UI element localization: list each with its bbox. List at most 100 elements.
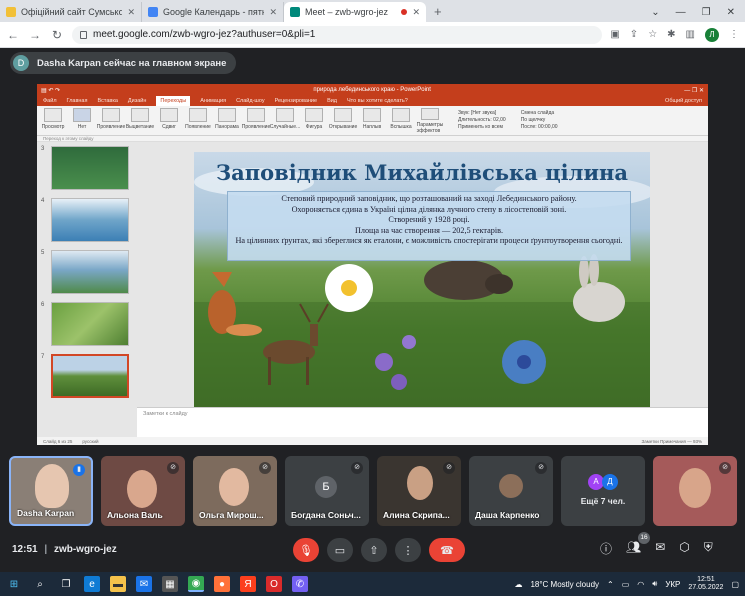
minimize-icon[interactable]: — (676, 7, 686, 18)
language-indicator: русский (82, 438, 99, 444)
close-window-icon[interactable]: ✕ (727, 7, 735, 18)
people-icon[interactable]: 👥︎ (626, 540, 641, 557)
leave-call-button[interactable]: ☎ (429, 538, 465, 562)
url-field[interactable]: meet.google.com/zwb-wgro-jez?authuser=0&… (72, 25, 603, 44)
ribbon-label: Проявление (96, 123, 126, 130)
ribbon-option: Применить ко всем (458, 124, 503, 130)
firefox-icon[interactable]: ● (214, 576, 230, 592)
chat-icon[interactable]: ✉ (655, 540, 665, 557)
transition-thumb-icon (44, 107, 62, 122)
participant-tile[interactable]: ⊘ Альона Валь (101, 456, 185, 526)
edge-icon[interactable]: e (84, 576, 100, 592)
reload-icon[interactable]: ↻ (50, 28, 64, 42)
close-icon[interactable]: ✕ (127, 7, 135, 18)
back-icon[interactable]: ← (6, 28, 20, 42)
menu-dots-icon[interactable]: ⋮ (729, 29, 739, 40)
extensions-icon[interactable]: ✱ (667, 29, 675, 40)
participant-tile[interactable]: Б ⊘ Богдана Соньч... (285, 456, 369, 526)
viber-icon[interactable]: ✆ (292, 576, 308, 592)
separator: | (44, 544, 48, 555)
participant-tile[interactable]: ⊘ (653, 456, 737, 526)
ribbon-button: Панорама (214, 107, 240, 134)
ppt-window-title: природа лебединського краю - PowerPoint (313, 87, 431, 93)
clock[interactable]: 12:51 27.05.2022 (688, 576, 723, 592)
share-icon[interactable]: ⇪ (630, 29, 638, 40)
search-icon[interactable]: ⌕ (32, 576, 48, 592)
browser-tab-active[interactable]: Meet – zwb-wgro-jez ✕ (284, 2, 426, 22)
file-explorer-icon[interactable]: ▬ (110, 576, 126, 592)
store-icon[interactable]: ▦ (162, 576, 178, 592)
ribbon-label: Просмотр (41, 123, 65, 130)
notifications-icon[interactable]: ▢ (731, 580, 739, 589)
recording-dot-icon (401, 9, 408, 15)
opera-icon[interactable]: O (266, 576, 282, 592)
weather-text[interactable]: 18°C Mostly cloudy (530, 580, 599, 589)
forward-icon[interactable]: → (28, 28, 42, 42)
browser-toolbar-icons: ▣ ⇪ ☆ ✱ ▥ Л ⋮ (610, 27, 739, 42)
tray-up-icon[interactable]: ⌃ (607, 580, 614, 589)
participant-tile[interactable]: ⊘ Даша Карпенко (469, 456, 553, 526)
site-favicon-icon (6, 7, 16, 17)
ribbon-button: Сдвиг (156, 107, 182, 134)
meeting-code: zwb-wgro-jez (53, 544, 117, 555)
participant-name: Даша Карпенко (475, 510, 540, 520)
more-options-button[interactable]: ⋮ (395, 538, 421, 562)
participant-name: Альона Валь (107, 510, 163, 520)
chevron-down-icon[interactable]: ⌄ (651, 7, 659, 18)
slide-canvas: Заповідник Михайлівська цілина Степовий … (137, 142, 708, 437)
ribbon-option: Звук: [Нет звука] (458, 110, 497, 116)
activities-icon[interactable]: ⬡ (679, 540, 689, 557)
battery-icon[interactable]: ▭ (622, 580, 630, 589)
maximize-icon[interactable]: ❐ (702, 7, 711, 18)
slide-thumbnail-selected: 7 (41, 354, 129, 400)
ppt-menu-item-selected: Переходы (156, 96, 191, 106)
transition-thumb-icon (189, 107, 207, 122)
meeting-time: 12:51 (12, 544, 38, 555)
ribbon-label: Вспышка (390, 123, 412, 130)
mic-toggle-button[interactable]: 🎙︎ (293, 538, 319, 562)
host-controls-icon[interactable]: ⛨ (704, 540, 713, 557)
browser-tab[interactable]: Google Календарь - пятница, 27... ✕ (142, 2, 284, 22)
more-participants-tile[interactable]: А Д Ещё 7 чел. (561, 456, 645, 526)
info-icon[interactable]: ⓘ (600, 540, 612, 557)
camera-icon[interactable]: ▣ (610, 29, 619, 40)
new-tab-button[interactable]: + (426, 2, 450, 22)
thumbnail-number: 7 (41, 354, 45, 360)
chrome-icon[interactable]: ◉ (188, 576, 204, 592)
participant-name: Алина Скрипа... (383, 510, 450, 520)
transition-thumb-icon (392, 107, 410, 122)
ribbon-button: Появление (185, 107, 211, 134)
participant-tile[interactable]: ▮ Dasha Karpan (9, 456, 93, 526)
yandex-icon[interactable]: Я (240, 576, 256, 592)
transition-thumb-icon (102, 107, 120, 122)
mic-off-icon: ⊘ (719, 462, 731, 474)
close-icon[interactable]: ✕ (412, 7, 420, 18)
close-icon[interactable]: ✕ (269, 7, 277, 18)
thumbnail-number: 5 (41, 250, 45, 256)
browser-tab[interactable]: Офіційний сайт Сумського дер... ✕ (0, 2, 142, 22)
windows-start-icon[interactable]: ⊞ (6, 576, 22, 592)
language-indicator[interactable]: УКР (665, 580, 680, 589)
sidebar-icon[interactable]: ▥ (686, 29, 695, 40)
system-tray: ☁ 18°C Mostly cloudy ⌃ ▭ ◠ 🔊︎ УКР 12:51 … (514, 576, 739, 592)
volume-icon[interactable]: 🔊︎ (652, 579, 657, 589)
shared-screen: ▤ ↶ ↷ природа лебединського краю - Power… (37, 84, 708, 445)
slide-text-line: Площа на час створення — 202,5 гектарів. (354, 225, 504, 235)
transition-thumb-icon (276, 107, 294, 122)
slide-thumbnail: 3 (41, 146, 129, 192)
task-view-icon[interactable]: ❐ (58, 576, 74, 592)
speaking-icon: ▮ (73, 464, 85, 476)
wifi-icon[interactable]: ◠ (637, 580, 644, 589)
presenter-notice: Dasha Karpan сейчас на главном экране (37, 57, 227, 69)
star-icon[interactable]: ☆ (648, 29, 657, 40)
call-buttons: 🎙︎ ▭ ⇧ ⋮ ☎ (293, 538, 465, 562)
participant-name: Ольга Мирош... (199, 510, 264, 520)
mail-icon[interactable]: ✉ (136, 576, 152, 592)
participant-strip: ▮ Dasha Karpan ⊘ Альона Валь ⊘ Ольга Мир… (0, 456, 745, 526)
profile-avatar[interactable]: Л (705, 27, 719, 42)
present-button[interactable]: ⇧ (361, 538, 387, 562)
participant-tile[interactable]: ⊘ Ольга Мирош... (193, 456, 277, 526)
participant-tile[interactable]: ⊘ Алина Скрипа... (377, 456, 461, 526)
ppt-body: 3 4 5 6 7 Заповідник Михайлівська цілина… (37, 142, 708, 437)
camera-toggle-button[interactable]: ▭ (327, 538, 353, 562)
